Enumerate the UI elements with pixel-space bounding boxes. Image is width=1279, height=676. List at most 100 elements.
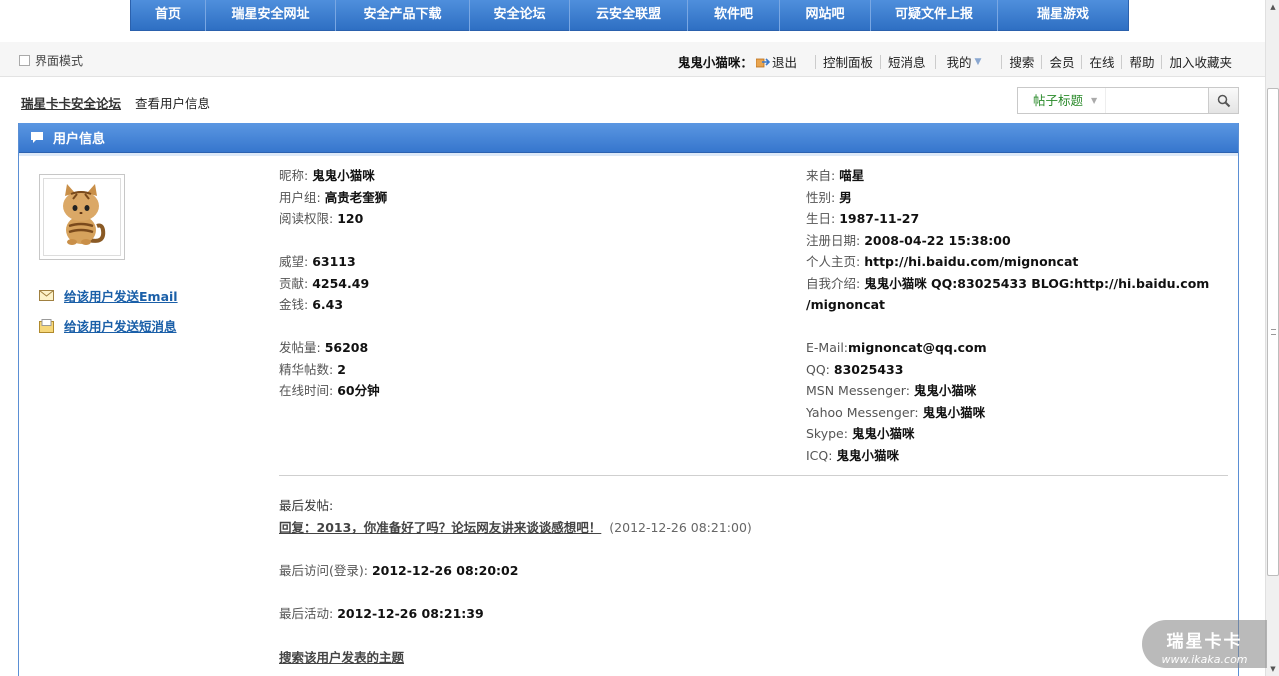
nav-item-cloud[interactable]: 云安全联盟: [570, 0, 688, 31]
messages-link[interactable]: 短消息: [888, 52, 926, 71]
send-email-link[interactable]: 给该用户发送Email: [64, 286, 178, 305]
envelope-icon: [39, 290, 54, 301]
bookmark-link[interactable]: 加入收藏夹: [1169, 52, 1232, 71]
mine-menu[interactable]: 我的: [946, 52, 971, 71]
email-row: E-Mail:mignoncat@qq.com: [806, 337, 1226, 359]
online-time-label: 在线时间:: [279, 383, 334, 398]
last-post-row: 回复：2013，你准备好了吗？论坛网友讲来谈谈感想吧！ (2012-12-26 …: [279, 517, 752, 536]
panel-header: 用户信息: [19, 123, 1238, 153]
username: 鬼鬼小猫咪：: [677, 55, 753, 70]
register-label: 注册日期:: [806, 232, 861, 248]
digest-label: 精华帖数:: [279, 361, 334, 377]
watermark-url: www.ikaka.com: [1161, 653, 1248, 666]
money-label: 金钱:: [279, 297, 309, 312]
qq-label: QQ:: [806, 361, 830, 377]
search-button[interactable]: [1208, 88, 1238, 113]
speech-bubble-icon: [31, 132, 43, 143]
divider: [279, 475, 1228, 476]
cat-avatar-icon: [63, 184, 106, 245]
nav-item-safe-sites[interactable]: 瑞星安全网址: [206, 0, 336, 31]
read-perm-row: 阅读权限: 120: [279, 208, 759, 230]
last-visit-row: 最后访问(登录): 2012-12-26 08:20:02: [279, 560, 518, 579]
email-value: mignoncat@qq.com: [848, 340, 987, 355]
from-label: 来自:: [806, 168, 836, 183]
chevron-down-icon: ▼: [1091, 96, 1098, 105]
qq-row: QQ: 83025433: [806, 359, 1226, 381]
nickname-row: 昵称: 鬼鬼小猫咪: [279, 165, 759, 187]
nav-item-websites[interactable]: 网站吧: [780, 0, 871, 31]
logout-link[interactable]: 退出: [772, 52, 797, 71]
intro-row-2: /mignoncat: [806, 294, 1226, 316]
scroll-down-arrow-icon[interactable]: ▼: [1266, 662, 1279, 676]
toolbar: 界面模式 鬼鬼小猫咪： 退出 控制面板 短消息 我的 ▼ 搜索 会员 在线 帮助…: [0, 42, 1265, 77]
nav-item-downloads[interactable]: 安全产品下载: [336, 0, 470, 31]
intro-value-line1: 鬼鬼小猫咪 QQ:83025433 BLOG:http://hi.baidu.c…: [864, 275, 1210, 291]
online-link[interactable]: 在线: [1089, 52, 1114, 71]
gender-row: 性别: 男: [806, 187, 1226, 209]
scroll-thumb[interactable]: [1267, 88, 1279, 576]
avatar: [39, 174, 125, 260]
skype-row: Skype: 鬼鬼小猫咪: [806, 423, 1226, 445]
nav-item-games[interactable]: 瑞星游戏: [998, 0, 1128, 31]
last-post-label: 最后发帖:: [279, 498, 334, 513]
digest-value: 2: [337, 361, 346, 377]
search-box: 帖子标题 ▼: [1017, 87, 1239, 114]
homepage-value[interactable]: http://hi.baidu.com/mignoncat: [864, 254, 1078, 269]
search-type-select[interactable]: 帖子标题 ▼: [1018, 88, 1106, 113]
send-message-link[interactable]: 给该用户发送短消息: [64, 316, 177, 335]
last-visit-label: 最后访问(登录):: [279, 563, 368, 578]
vertical-scrollbar[interactable]: ▲ ▼: [1265, 0, 1279, 676]
birthday-row: 生日: 1987-11-27: [806, 208, 1226, 230]
icq-row: ICQ: 鬼鬼小猫咪: [806, 445, 1226, 467]
breadcrumb-current: 查看用户信息: [135, 96, 211, 111]
digest-row: 精华帖数: 2: [279, 359, 759, 381]
posts-value: 56208: [324, 340, 369, 355]
breadcrumb-forum-link[interactable]: 瑞星卡卡安全论坛: [21, 93, 121, 112]
intro-value-line2: /mignoncat: [806, 297, 886, 312]
contribution-label: 贡献:: [279, 275, 309, 291]
group-row: 用户组: 高贵老奎狮: [279, 187, 759, 209]
separator: [879, 54, 881, 69]
top-nav: 首页 瑞星安全网址 安全产品下载 安全论坛 云安全联盟 软件吧 网站吧 可疑文件…: [130, 0, 1129, 31]
separator: [1001, 54, 1003, 69]
panel-title: 用户信息: [53, 132, 106, 147]
homepage-label: 个人主页:: [806, 254, 861, 269]
gender-value: 男: [839, 189, 852, 205]
icq-value: 鬼鬼小猫咪: [836, 447, 899, 463]
group-value: 高贵老奎狮: [324, 189, 388, 205]
prestige-label: 威望:: [279, 254, 309, 269]
control-panel-link[interactable]: 控制面板: [823, 52, 873, 71]
search-type-label: 帖子标题: [1033, 93, 1084, 108]
last-visit-value: 2012-12-26 08:20:02: [371, 563, 519, 578]
skype-label: Skype:: [806, 426, 848, 441]
group-label: 用户组:: [279, 189, 321, 205]
search-input[interactable]: [1105, 88, 1209, 113]
ui-mode-checkbox[interactable]: [19, 55, 30, 66]
members-link[interactable]: 会员: [1049, 52, 1074, 71]
nav-item-home[interactable]: 首页: [131, 0, 206, 31]
profile-right-column: 来自: 喵星 性别: 男 生日: 1987-11-27 注册日期: 2008-0…: [806, 165, 1226, 466]
contribution-row: 贡献: 4254.49: [279, 273, 759, 295]
nav-item-forum[interactable]: 安全论坛: [470, 0, 570, 31]
last-post-link[interactable]: 回复：2013，你准备好了吗？论坛网友讲来谈谈感想吧！: [279, 520, 601, 535]
user-menu: 鬼鬼小猫咪： 退出 控制面板 短消息 我的 ▼ 搜索 会员 在线 帮助 加入收藏…: [678, 52, 1232, 71]
icq-label: ICQ:: [806, 447, 833, 463]
nav-item-software[interactable]: 软件吧: [688, 0, 780, 31]
search-link[interactable]: 搜索: [1009, 52, 1034, 71]
last-active-label: 最后活动:: [279, 606, 334, 621]
contribution-value: 4254.49: [312, 275, 370, 291]
last-active-value: 2012-12-26 08:21:39: [337, 606, 484, 621]
nav-item-upload[interactable]: 可疑文件上报: [871, 0, 998, 31]
send-email-action: 给该用户发送Email: [39, 286, 178, 305]
msn-row: MSN Messenger: 鬼鬼小猫咪: [806, 380, 1226, 402]
search-posts-link[interactable]: 搜索该用户发表的主题: [279, 650, 404, 665]
ui-mode-toggle[interactable]: 界面模式: [19, 52, 83, 69]
money-value: 6.43: [312, 297, 344, 312]
logout-icon: [755, 56, 771, 68]
posts-label: 发帖量:: [279, 340, 321, 355]
help-link[interactable]: 帮助: [1129, 52, 1154, 71]
chevron-down-icon[interactable]: ▼: [975, 57, 982, 67]
separator: [935, 54, 937, 69]
user-info-panel: 用户信息 给该用户发送Email 给该用户发送短消息 昵称: 鬼鬼小猫咪 用户组…: [18, 123, 1239, 676]
scroll-up-arrow-icon[interactable]: ▲: [1266, 0, 1279, 14]
